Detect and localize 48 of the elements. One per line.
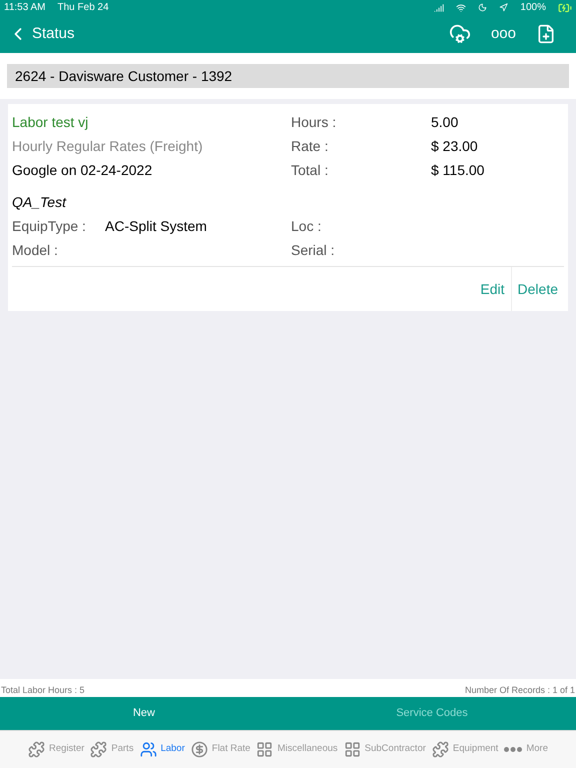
- new-button[interactable]: New: [0, 705, 288, 722]
- customer-header: 2624 - Davisware Customer - 1392: [7, 64, 569, 88]
- dollar-icon: [190, 741, 208, 758]
- field-label: Model :: [12, 241, 59, 260]
- field-value: $ 23.00: [431, 137, 479, 156]
- people-icon: [140, 741, 157, 758]
- dots-icon: [504, 747, 522, 752]
- field-label: Loc :: [291, 217, 322, 236]
- field-label: Rate :: [291, 137, 330, 156]
- moon-icon: [478, 3, 488, 12]
- record-count: Number Of Records : 1 of 1: [464, 684, 575, 696]
- tab[interactable]: Labor: [140, 741, 185, 758]
- signal-icon: [434, 2, 444, 12]
- puzzle-icon: [90, 741, 108, 758]
- more-button[interactable]: ooo: [490, 22, 516, 46]
- tab[interactable]: Parts: [90, 741, 134, 758]
- field-label: EquipType :: [12, 217, 87, 236]
- grid-icon: [256, 741, 274, 758]
- field-value: $ 115.00: [431, 161, 486, 180]
- tab[interactable]: More: [504, 742, 548, 757]
- status-time: 11:53 AM: [4, 1, 46, 15]
- back-button[interactable]: Status: [8, 22, 75, 46]
- location-icon: [499, 3, 508, 12]
- equipment-name: QA_Test: [12, 193, 68, 212]
- total-hours: Total Labor Hours : 5: [1, 684, 85, 696]
- tab[interactable]: Miscellaneous: [256, 741, 338, 758]
- tab[interactable]: SubContractor: [344, 741, 426, 758]
- wifi-icon: [456, 2, 466, 12]
- tab[interactable]: Register: [28, 741, 84, 758]
- grid-icon: [344, 741, 361, 758]
- rate-type: Hourly Regular Rates (Freight): [12, 137, 204, 156]
- field-label: Hours :: [291, 113, 338, 132]
- field-label: Serial :: [291, 241, 336, 260]
- cloud-sync-icon[interactable]: [448, 23, 471, 45]
- labor-title: Labor test vj: [12, 113, 90, 132]
- field-value: AC-Split System: [105, 217, 208, 236]
- battery-percent: 100%: [520, 1, 546, 15]
- field-label: Total :: [291, 161, 330, 180]
- puzzle-icon: [432, 741, 449, 758]
- field-value: 5.00: [431, 113, 460, 132]
- status-date: Thu Feb 24: [58, 1, 109, 15]
- new-document-icon[interactable]: [536, 24, 556, 44]
- puzzle-icon: [28, 741, 46, 758]
- tab[interactable]: Equipment: [432, 741, 498, 758]
- tab[interactable]: Flat Rate: [190, 741, 250, 758]
- entered-by: Google on 02-24-2022: [12, 161, 154, 180]
- delete-button[interactable]: Delete: [510, 267, 564, 311]
- edit-button[interactable]: Edit: [474, 267, 511, 311]
